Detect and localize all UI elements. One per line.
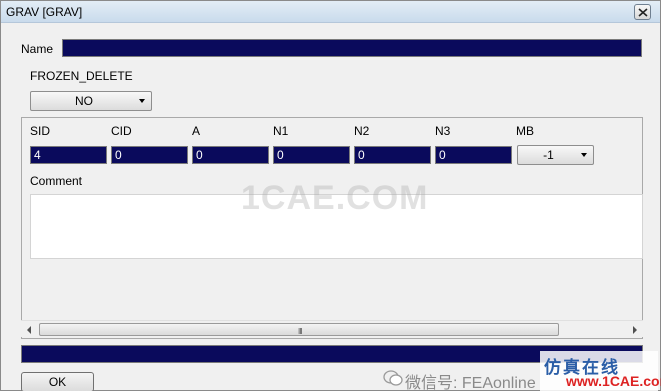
cid-field[interactable]: 0 (111, 146, 188, 164)
scroll-right-icon[interactable] (633, 326, 637, 334)
a-label: A (192, 124, 201, 138)
title-bar[interactable]: GRAV [GRAV] (1, 1, 660, 23)
grip-icon: III (298, 327, 303, 336)
mb-value: -1 (543, 148, 554, 162)
comment-label: Comment (30, 174, 83, 188)
mb-dropdown[interactable]: -1 (517, 145, 594, 165)
frozen-delete-label: FROZEN_DELETE (30, 69, 133, 83)
sid-label: SID (30, 124, 51, 138)
grav-dialog: GRAV [GRAV] Name FROZEN_DELETE NO SID CI… (0, 0, 661, 391)
n2-field[interactable]: 0 (354, 146, 431, 164)
wechat-id-text: 微信号: FEAonline (405, 375, 536, 391)
name-input[interactable] (62, 39, 642, 57)
cid-label: CID (111, 124, 132, 138)
close-button[interactable] (634, 4, 651, 20)
n3-field[interactable]: 0 (435, 146, 512, 164)
mb-label: MB (516, 124, 534, 138)
wechat-icon (383, 370, 403, 386)
scrollbar-thumb[interactable]: III (39, 323, 559, 336)
logo-url-text: www.1CAE.com (566, 373, 661, 389)
site-logo: 仿真在线 www.1CAE.com (540, 351, 661, 391)
close-icon (638, 8, 648, 17)
n3-label: N3 (435, 124, 451, 138)
n1-label: N1 (273, 124, 289, 138)
a-field[interactable]: 0 (192, 146, 269, 164)
watermark-text: 1CAE.COM (241, 179, 429, 217)
ok-button[interactable]: OK (21, 372, 94, 391)
frozen-delete-value: NO (75, 94, 93, 108)
frozen-delete-dropdown[interactable]: NO (30, 91, 152, 111)
window-title: GRAV [GRAV] (6, 5, 83, 19)
scroll-left-icon[interactable] (27, 326, 31, 334)
n2-label: N2 (354, 124, 370, 138)
chevron-down-icon (139, 99, 145, 103)
sid-field[interactable]: 4 (30, 146, 107, 164)
chevron-down-icon (581, 153, 587, 157)
horizontal-scrollbar[interactable]: III (21, 320, 643, 337)
n1-field[interactable]: 0 (273, 146, 350, 164)
name-label: Name (21, 42, 54, 56)
